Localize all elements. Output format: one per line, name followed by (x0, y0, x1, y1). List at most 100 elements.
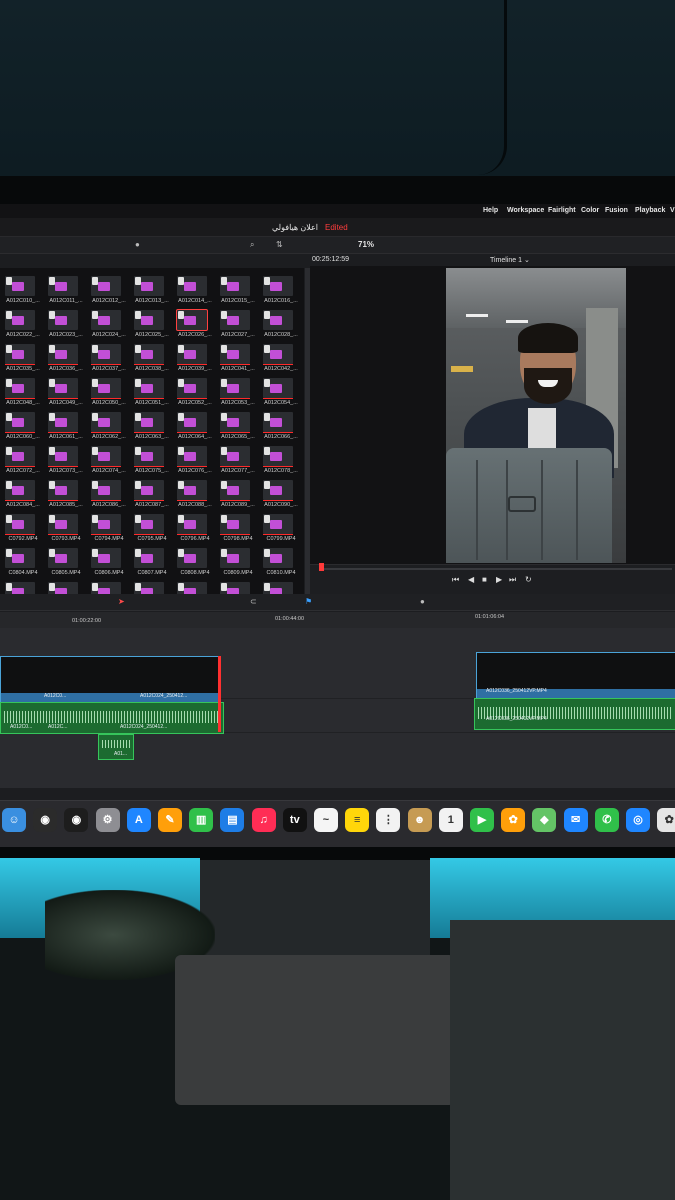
media-clip-thumbnail[interactable]: A012C037_... (86, 344, 129, 379)
media-clip-thumbnail[interactable]: A012C051_... (129, 378, 172, 413)
media-clip-thumbnail[interactable]: A012C011_... (43, 276, 86, 311)
dock-icon-photos-2[interactable]: ✿ (657, 808, 675, 832)
media-clip-thumbnail[interactable]: C0792.MP4 (0, 514, 43, 549)
dock-icon-tv[interactable]: tv (282, 808, 307, 832)
dock-icon-numbers[interactable]: ▥ (189, 808, 214, 832)
media-clip-thumbnail[interactable]: A012C015_... (215, 276, 258, 311)
timeline-zoom-slider[interactable]: ● (420, 597, 425, 606)
media-clip-thumbnail[interactable]: A012C013_... (129, 276, 172, 311)
dock-icon-reminders[interactable]: ⋮ (376, 808, 401, 832)
dock-icon-system-settings[interactable]: ⚙ (95, 808, 120, 832)
media-clip-thumbnail[interactable]: C0793.MP4 (43, 514, 86, 549)
dock-icon-photos[interactable]: ✿ (501, 808, 526, 832)
media-clip-thumbnail[interactable]: A012C053_... (215, 378, 258, 413)
zoom-level[interactable]: 71% (358, 240, 374, 249)
media-clip-thumbnail[interactable]: A012C012_... (86, 276, 129, 311)
media-clip-thumbnail[interactable]: A012C025_... (129, 310, 172, 345)
dock-icon-app-store[interactable]: A (126, 808, 151, 832)
timeline-ruler[interactable] (0, 612, 675, 629)
dock-icon-music[interactable]: ♫ (251, 808, 276, 832)
dock-icon-maps[interactable]: ◆ (532, 808, 557, 832)
menu-fairlight[interactable]: Fairlight (548, 207, 576, 214)
transport-play-icon[interactable]: ▶ (496, 575, 502, 584)
media-clip-thumbnail[interactable]: C0808.MP4 (172, 548, 215, 583)
media-clip-thumbnail[interactable]: A012C090_... (258, 480, 301, 515)
dock-icon-notes[interactable]: ≡ (345, 808, 370, 832)
dock-icon-finder[interactable]: ☺ (2, 808, 26, 832)
media-clip-thumbnail[interactable]: A012C038_... (129, 344, 172, 379)
media-clip-thumbnail[interactable]: A012C060_... (0, 412, 43, 447)
media-clip-thumbnail[interactable]: A012C024_... (86, 310, 129, 345)
media-clip-thumbnail[interactable]: A012C072_... (0, 446, 43, 481)
media-clip-thumbnail[interactable]: C0798.MP4 (215, 514, 258, 549)
media-clip-thumbnail[interactable]: C0799.MP4 (258, 514, 301, 549)
media-clip-thumbnail[interactable]: A012C042_... (258, 344, 301, 379)
media-clip-thumbnail[interactable]: A012C054_... (258, 378, 301, 413)
dock-icon-pages[interactable]: ✎ (158, 808, 182, 832)
media-clip-thumbnail[interactable]: A012C077_... (215, 446, 258, 481)
transport-loop-icon[interactable]: ↻ (525, 575, 532, 584)
media-clip-thumbnail[interactable]: A012C016_... (258, 276, 301, 311)
media-clip-thumbnail[interactable]: A012C062_... (86, 412, 129, 447)
media-clip-thumbnail[interactable]: C0807.MP4 (129, 548, 172, 583)
media-clip-thumbnail[interactable]: A012C078_... (258, 446, 301, 481)
media-clip-thumbnail[interactable]: A012C039_... (172, 344, 215, 379)
menu-fusion[interactable]: Fusion (605, 207, 628, 214)
snapping-icon[interactable]: ⊂ (250, 597, 257, 606)
media-clip-thumbnail[interactable]: C0796.MP4 (172, 514, 215, 549)
media-clip-thumbnail[interactable]: A012C036_... (43, 344, 86, 379)
menu-playback[interactable]: Playback (635, 207, 665, 214)
dock-icon-mail[interactable]: ✉ (563, 808, 588, 832)
media-clip-thumbnail[interactable]: A012C076_... (172, 446, 215, 481)
media-clip-thumbnail[interactable]: A012C086_... (86, 480, 129, 515)
media-clip-thumbnail[interactable]: C0794.MP4 (86, 514, 129, 549)
media-clip-thumbnail[interactable]: A012C023_... (43, 310, 86, 345)
dock-icon-freeform[interactable]: ~ (314, 808, 338, 832)
media-clip-thumbnail[interactable]: A012C063_... (129, 412, 172, 447)
timeline-name-dropdown[interactable]: Timeline 1 ⌄ (490, 256, 530, 264)
timeline-audio-clip[interactable] (474, 698, 675, 730)
media-clip-thumbnail[interactable]: A012C066_... (258, 412, 301, 447)
media-clip-thumbnail[interactable]: A012C073_... (43, 446, 86, 481)
media-clip-thumbnail[interactable]: A012C035_... (0, 344, 43, 379)
dock-icon-calendar[interactable]: 1 (438, 808, 463, 832)
media-clip-thumbnail[interactable]: A012C087_... (129, 480, 172, 515)
selection-tool-icon[interactable]: ➤ (118, 597, 125, 606)
transport-reverse-icon[interactable]: ◀ (468, 575, 474, 584)
media-clip-thumbnail[interactable]: A012C010_... (0, 276, 43, 311)
dock-icon-keynote[interactable]: ▤ (220, 808, 245, 832)
sort-icon[interactable]: ⇅ (276, 240, 283, 249)
media-clip-thumbnail[interactable]: C0804.MP4 (0, 548, 43, 583)
menu-color[interactable]: Color (581, 207, 599, 214)
dock-icon-davinci-resolve[interactable]: ◉ (33, 808, 58, 832)
timeline-audio-clip[interactable] (0, 702, 224, 734)
media-clip-thumbnail[interactable]: A012C085_... (43, 480, 86, 515)
media-clip-thumbnail[interactable]: A012C049_... (43, 378, 86, 413)
media-clip-thumbnail[interactable]: A012C026_... (172, 309, 215, 345)
transport-stop-icon[interactable]: ■ (482, 575, 487, 584)
media-clip-thumbnail[interactable]: A012C065_... (215, 412, 258, 447)
media-clip-thumbnail[interactable]: A012C074_... (86, 446, 129, 481)
flag-icon[interactable]: ⚑ (305, 597, 312, 606)
dock-icon-messages[interactable]: ✆ (594, 808, 619, 832)
media-clip-thumbnail[interactable]: C0795.MP4 (129, 514, 172, 549)
menu-view[interactable]: V (670, 207, 675, 214)
search-icon[interactable]: ⌕ (250, 240, 254, 250)
media-clip-thumbnail[interactable]: C0810.MP4 (258, 548, 301, 583)
media-clip-thumbnail[interactable]: A012C088_... (172, 480, 215, 515)
media-clip-thumbnail[interactable]: A012C064_... (172, 412, 215, 447)
dock-icon-facetime[interactable]: ▶ (470, 808, 494, 832)
media-clip-thumbnail[interactable]: A012C014_... (172, 276, 215, 311)
viewer-playhead[interactable] (319, 563, 324, 571)
media-clip-thumbnail[interactable]: A012C041_... (215, 344, 258, 379)
transport-next-icon[interactable]: ⏭ (509, 575, 516, 585)
media-clip-thumbnail[interactable]: A012C028_... (258, 310, 301, 345)
menu-workspace[interactable]: Workspace (507, 207, 544, 214)
media-clip-thumbnail[interactable]: A012C052_... (172, 378, 215, 413)
media-clip-thumbnail[interactable]: A012C075_... (129, 446, 172, 481)
dock-icon-safari[interactable]: ◎ (626, 808, 650, 832)
media-clip-thumbnail[interactable]: A012C022_... (0, 310, 43, 345)
zoom-slider-knob[interactable]: ● (135, 240, 140, 249)
media-clip-thumbnail[interactable]: C0809.MP4 (215, 548, 258, 583)
dock-icon-contacts[interactable]: ☻ (407, 808, 432, 832)
